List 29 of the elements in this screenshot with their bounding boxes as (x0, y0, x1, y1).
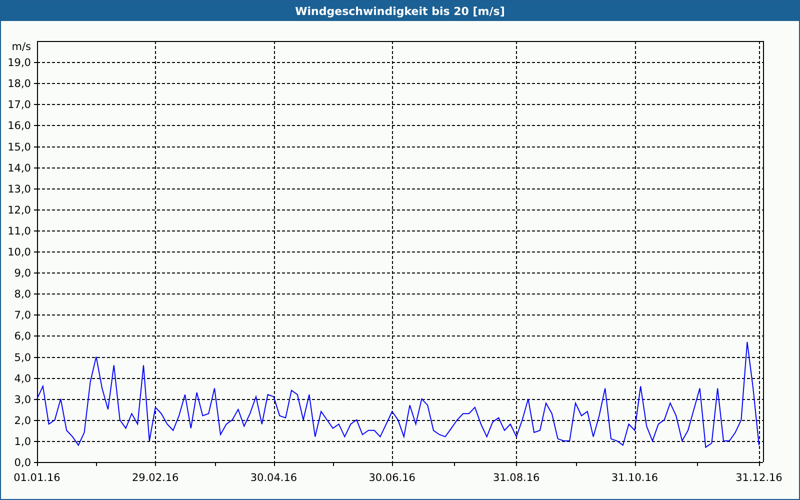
axis-label: 1,0 (14, 436, 31, 448)
axis-label: 29.02.16 (132, 472, 179, 484)
axis-label: 3,0 (14, 394, 31, 406)
axis-label: 30.04.16 (250, 472, 298, 484)
axis-label: 9,0 (14, 268, 31, 280)
axis-label: 11,0 (8, 225, 31, 238)
axis-label: 6,0 (14, 330, 31, 343)
axis-label: 31.08.16 (492, 472, 540, 484)
axis-label: 12,0 (8, 204, 31, 216)
axis-label: 5,0 (14, 352, 31, 364)
axis-label: 8,0 (14, 288, 31, 301)
axis-label: 4,0 (14, 372, 31, 385)
axis-label: 10,0 (8, 246, 31, 258)
axis-label: 13,0 (8, 183, 31, 196)
axis-unit: m/s (12, 41, 31, 53)
axis-label: 30.06.16 (368, 472, 416, 484)
axis-label: 19,0 (8, 57, 31, 70)
axis-label: 31.12.16 (736, 472, 782, 484)
window-title: Windgeschwindigkeit bis 20 [m/s] (1, 1, 799, 21)
axis-label: 31.10.16 (611, 472, 658, 484)
axis-label: 15,0 (8, 141, 31, 154)
axis-label: 2,0 (14, 414, 31, 427)
axis-label: 14,0 (8, 162, 31, 174)
axis-label: 16,0 (8, 120, 31, 132)
axis-label: 01.01.16 (14, 472, 60, 484)
axis-label: 17,0 (8, 99, 31, 112)
axis-label: 18,0 (8, 78, 31, 90)
axis-label: 0,0 (14, 457, 31, 469)
axis-label: 7,0 (14, 310, 31, 322)
